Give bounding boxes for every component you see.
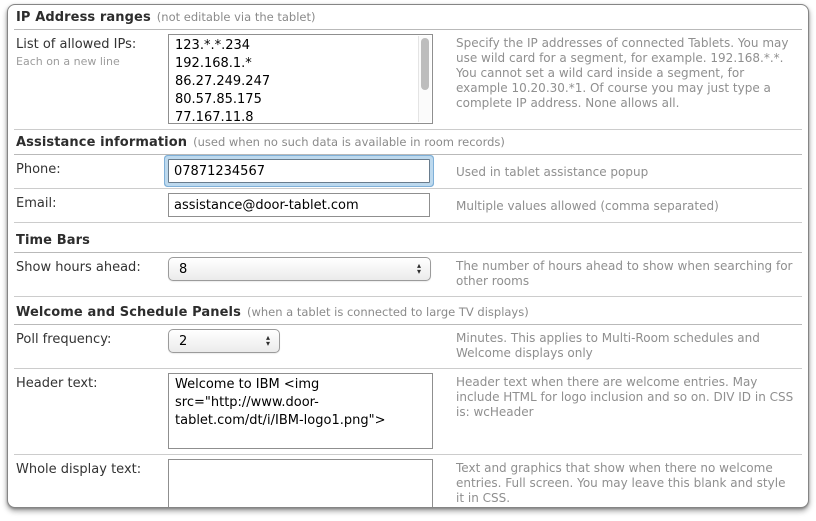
stepper-icon: ▴ ▾ [417,263,421,275]
phone-label: Phone: [16,162,168,177]
allowed-ips-label: List of allowed IPs: [16,37,168,52]
header-text-help: Header text when there are welcome entri… [440,373,800,449]
section-title: IP Address ranges [16,10,151,25]
section-title: Assistance information [16,135,187,150]
poll-frequency-help: Minutes. This applies to Multi-Room sche… [440,329,800,363]
show-hours-ahead-help: The number of hours ahead to show when s… [440,257,800,291]
email-help: Multiple values allowed (comma separated… [440,193,800,217]
section-note: (not editable via the tablet) [157,10,316,24]
whole-display-text-label: Whole display text: [16,462,168,477]
section-header-welcome-panels: Welcome and Schedule Panels (when a tabl… [14,297,802,325]
section-header-time-bars: Time Bars [14,223,802,253]
row-whole-display-text: Whole display text: Text and graphics th… [14,455,802,508]
allowed-ips-sublabel: Each on a new line [16,55,168,68]
poll-frequency-select[interactable]: 2 ▴ ▾ [168,329,280,353]
show-hours-ahead-label: Show hours ahead: [16,260,168,275]
header-text-label: Header text: [16,376,168,391]
stepper-down-icon: ▾ [266,341,270,347]
allowed-ips-textarea[interactable]: 123.*.*.234 192.168.1.* 86.27.249.247 80… [169,35,432,123]
scrollbar-thumb[interactable] [421,38,429,90]
section-header-ip-ranges: IP Address ranges (not editable via the … [14,5,802,30]
section-title: Time Bars [16,233,90,248]
row-show-hours-ahead: Show hours ahead: 8 ▴ ▾ The number of ho… [14,253,802,297]
select-value: 8 [179,262,187,277]
show-hours-ahead-select[interactable]: 8 ▴ ▾ [168,257,431,281]
header-text-textarea[interactable]: Welcome to IBM <img src="http://www.door… [169,374,432,448]
settings-panel: IP Address ranges (not editable via the … [7,4,809,508]
allowed-ips-scrollbar[interactable] [418,36,431,122]
section-note: (used when no such data is available in … [193,135,505,149]
section-title: Welcome and Schedule Panels [16,305,241,320]
whole-display-field-frame [168,459,433,508]
row-phone: Phone: Used in tablet assistance popup [14,155,802,189]
phone-input[interactable] [168,159,430,183]
email-input[interactable] [168,193,430,217]
allowed-ips-help: Specify the IP addresses of connected Ta… [440,34,800,124]
row-allowed-ips: List of allowed IPs: Each on a new line … [14,30,802,130]
section-header-assistance: Assistance information (used when no suc… [14,130,802,155]
header-text-field-frame: Welcome to IBM <img src="http://www.door… [168,373,433,449]
email-label: Email: [16,196,168,211]
poll-frequency-label: Poll frequency: [16,332,168,347]
row-poll-frequency: Poll frequency: 2 ▴ ▾ Minutes. This appl… [14,325,802,369]
stepper-down-icon: ▾ [417,269,421,275]
row-email: Email: Multiple values allowed (comma se… [14,189,802,223]
stepper-icon: ▴ ▾ [266,335,270,347]
whole-display-textarea[interactable] [169,460,432,508]
row-header-text: Header text: Welcome to IBM <img src="ht… [14,369,802,455]
allowed-ips-field-frame: 123.*.*.234 192.168.1.* 86.27.249.247 80… [168,34,433,124]
section-note: (when a tablet is connected to large TV … [247,305,529,319]
phone-help: Used in tablet assistance popup [440,159,800,183]
select-value: 2 [179,334,187,349]
whole-display-help: Text and graphics that show when there n… [456,461,794,506]
